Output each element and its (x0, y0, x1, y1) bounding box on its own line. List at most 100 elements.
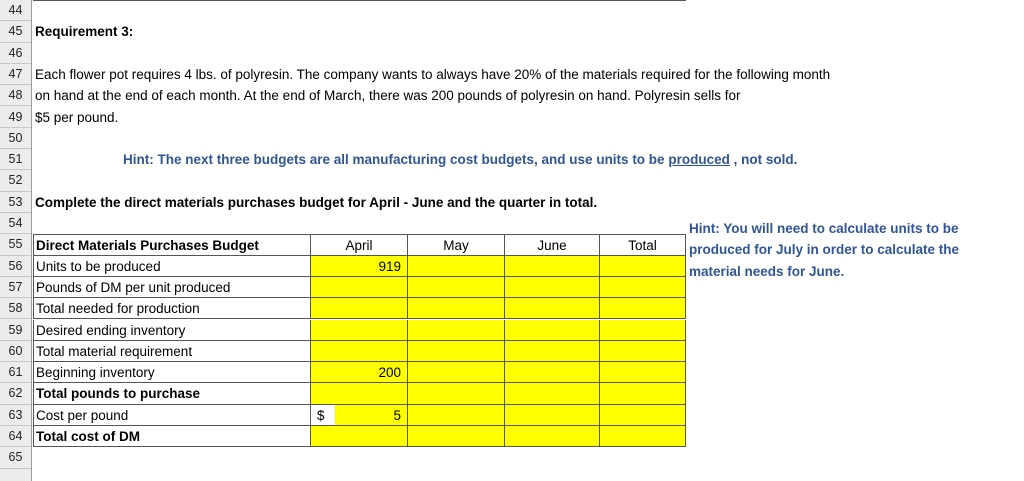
budget-cell-june[interactable] (505, 298, 600, 320)
row-number[interactable]: 55 (0, 234, 31, 256)
budget-cell-april[interactable]: $5 (311, 404, 408, 426)
column-header-total[interactable]: Total (600, 234, 686, 256)
budget-cell-april[interactable] (311, 276, 408, 299)
paragraph-line: Each flower pot requires 4 lbs. of polyr… (35, 66, 831, 82)
budget-cell-total[interactable] (600, 298, 686, 320)
budget-cell-june[interactable] (505, 362, 600, 384)
sheet-row: 47 Each flower pot requires 4 lbs. of pol… (0, 64, 1024, 86)
budget-cell-may[interactable] (408, 298, 505, 320)
sheet-row: 53 Complete the direct materials purchase… (0, 192, 1024, 213)
sheet-row: 50 (0, 128, 1024, 150)
currency-symbol: $ (317, 407, 325, 423)
sheet-row: 58 Total needed for production (0, 298, 1024, 320)
budget-line-label[interactable]: Total needed for production (33, 298, 311, 320)
row-number[interactable]: 60 (0, 341, 31, 363)
budget-line-label[interactable]: Total pounds to purchase (33, 383, 311, 405)
budget-cell-april[interactable] (311, 340, 408, 363)
sheet-row: 59 Desired ending inventory (0, 319, 1024, 341)
budget-cell-may[interactable] (408, 383, 505, 405)
row-number[interactable]: 49 (0, 107, 31, 128)
sheet-row: 44 (0, 0, 1024, 22)
budget-cell-june[interactable] (505, 404, 600, 426)
row-number[interactable]: 53 (0, 192, 31, 213)
row-number[interactable]: 63 (0, 405, 31, 426)
budget-line-label[interactable]: Beginning inventory (33, 362, 311, 384)
sheet-row: 46 (0, 43, 1024, 64)
row-number[interactable]: 54 (0, 213, 31, 235)
cell-value: 919 (378, 258, 401, 274)
budget-cell-april[interactable] (311, 298, 408, 320)
budget-cell-may[interactable] (408, 255, 505, 277)
row-number[interactable]: 56 (0, 256, 31, 277)
row-number[interactable]: 48 (0, 85, 31, 107)
paragraph-line: on hand at the end of each month. At the… (35, 88, 741, 104)
row-number[interactable]: 57 (0, 277, 31, 299)
budget-cell-april[interactable] (311, 383, 408, 405)
sheet-row: 63 Cost per pound $5 (0, 404, 1024, 426)
paragraph-line: $5 per pound. (35, 109, 119, 125)
sheet-row: 48 on hand at the end of each month. At t… (0, 85, 1024, 107)
budget-cell-total[interactable] (600, 383, 686, 405)
row-number[interactable]: 61 (0, 362, 31, 384)
budget-cell-june[interactable] (505, 255, 600, 277)
budget-cell-june[interactable] (505, 426, 600, 448)
budget-cell-may[interactable] (408, 276, 505, 299)
budget-cell-april[interactable]: 919 (311, 255, 408, 277)
row-number[interactable]: 50 (0, 128, 31, 150)
row-number[interactable]: 52 (0, 170, 31, 192)
budget-cell-total[interactable] (600, 340, 686, 363)
sheet-row: 62 Total pounds to purchase (0, 383, 1024, 405)
row-number[interactable]: 46 (0, 43, 31, 64)
budget-cell-june[interactable] (505, 276, 600, 299)
row-number[interactable]: 44 (0, 0, 31, 22)
budget-line-label[interactable]: Cost per pound (33, 404, 311, 426)
row-number[interactable]: 65 (0, 447, 31, 469)
column-header-june[interactable]: June (505, 234, 600, 256)
hint-main-prefix: Hint: The next three budgets are all man… (123, 152, 669, 168)
budget-line-label[interactable]: Total material requirement (33, 340, 311, 363)
budget-line-label[interactable]: Desired ending inventory (33, 319, 311, 341)
budget-cell-total[interactable] (600, 319, 686, 341)
budget-cell-total[interactable] (600, 362, 686, 384)
budget-cell-june[interactable] (505, 319, 600, 341)
budget-cell-may[interactable] (408, 404, 505, 426)
spreadsheet-sheet: 44 45 Requirement 3: 46 47 Each flower pot re… (0, 0, 1024, 481)
budget-cell-total[interactable] (600, 426, 686, 448)
hint-main-underlined: produced (668, 152, 730, 168)
column-header-april[interactable]: April (311, 234, 408, 256)
hint-main-suffix: , not sold. (729, 152, 798, 168)
budget-cell-may[interactable] (408, 319, 505, 341)
sheet-row: 51 Hint: The next three budgets are all m… (0, 149, 1024, 171)
row-number[interactable]: 47 (0, 64, 31, 86)
budget-cell-may[interactable] (408, 362, 505, 384)
budget-line-label[interactable]: Pounds of DM per unit produced (33, 276, 311, 299)
budget-cell-june[interactable] (505, 340, 600, 363)
row-number[interactable]: 45 (0, 21, 31, 43)
budget-line-label[interactable]: Total cost of DM (33, 426, 311, 448)
sheet-row: 45 Requirement 3: (0, 21, 1024, 43)
sheet-row: 52 (0, 170, 1024, 192)
budget-cell-may[interactable] (408, 426, 505, 448)
budget-cell-total[interactable] (600, 404, 686, 426)
budget-line-label[interactable]: Units to be produced (33, 255, 311, 277)
budget-cell-april[interactable]: 200 (311, 362, 408, 384)
sheet-row: 65 (0, 447, 1024, 469)
requirement-title: Requirement 3: (35, 24, 134, 40)
budget-cell-april[interactable] (311, 426, 408, 448)
column-header-may[interactable]: May (408, 234, 505, 256)
sheet-row: 60 Total material requirement (0, 340, 1024, 363)
row-number[interactable]: 58 (0, 298, 31, 320)
hint-main: Hint: The next three budgets are all man… (123, 149, 797, 170)
budget-cell-total[interactable] (600, 255, 686, 277)
row-number[interactable]: 64 (0, 426, 31, 448)
row-number[interactable]: 62 (0, 383, 31, 405)
row-number[interactable]: 51 (0, 149, 31, 171)
side-hint-text: Hint: You will need to calculate units t… (689, 221, 960, 279)
budget-cell-april[interactable] (311, 319, 408, 341)
budget-cell-total[interactable] (600, 276, 686, 299)
budget-cell-may[interactable] (408, 340, 505, 363)
sheet-row: 61 Beginning inventory 200 (0, 362, 1024, 384)
cell-value: 200 (378, 365, 401, 381)
budget-cell-june[interactable] (505, 383, 600, 405)
row-number[interactable]: 59 (0, 320, 31, 341)
